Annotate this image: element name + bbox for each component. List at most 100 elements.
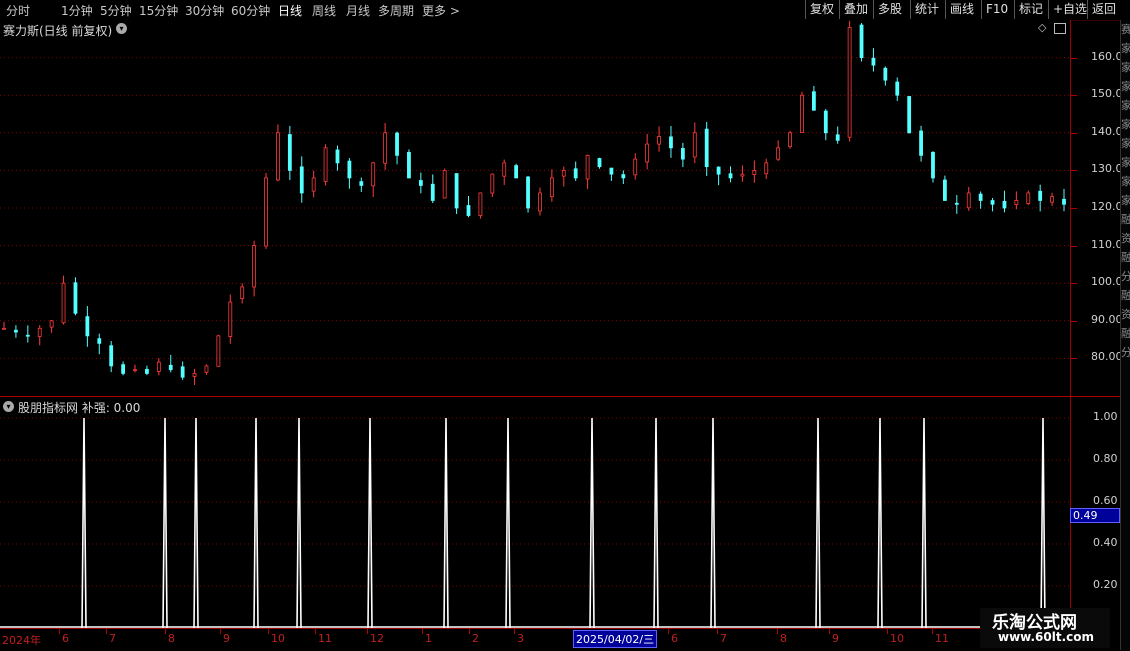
candle-body bbox=[145, 368, 149, 374]
indicator-axis-label: 0.80 bbox=[1093, 452, 1118, 465]
candle-body bbox=[728, 173, 733, 179]
date-axis: 2024年 6 7 8 9 10 11 12 1 2 3 6 7 8 9 10 11 bbox=[0, 628, 1070, 651]
pane-toggle-icon[interactable] bbox=[1054, 23, 1066, 34]
candlestick-chart[interactable] bbox=[0, 20, 1070, 396]
candle-body bbox=[85, 316, 90, 337]
signal-spike bbox=[921, 417, 927, 628]
candle-body bbox=[990, 200, 995, 205]
period-tab-2[interactable]: 5分钟 bbox=[100, 2, 132, 19]
period-tab-1[interactable]: 1分钟 bbox=[61, 2, 93, 19]
candle-body bbox=[704, 128, 709, 168]
date-cursor-label: 2025/04/02/三 bbox=[573, 630, 658, 648]
date-tick bbox=[887, 629, 888, 634]
candle-body bbox=[788, 132, 792, 147]
indicator-pane[interactable]: ▾ 股朋指标网 补强: 0.00 bbox=[0, 397, 1070, 628]
candle-body bbox=[716, 166, 721, 175]
date-month-label: 12 bbox=[370, 632, 384, 645]
period-tab-3[interactable]: 15分钟 bbox=[139, 2, 178, 19]
date-tick bbox=[829, 629, 830, 634]
toolbar-button-1[interactable]: 叠加 bbox=[839, 0, 872, 19]
price-axis-label: 150.0 bbox=[1091, 87, 1123, 101]
candle-body bbox=[252, 245, 257, 288]
title-dropdown-icon[interactable]: ▾ bbox=[116, 23, 127, 34]
indicator-axis-label: 0.60 bbox=[1093, 494, 1118, 507]
toolbar-button-7[interactable]: +自选 bbox=[1048, 0, 1091, 19]
date-month-label: 3 bbox=[517, 632, 524, 645]
period-tab-8[interactable]: 月线 bbox=[346, 2, 370, 19]
candle-body bbox=[407, 151, 411, 179]
date-tick bbox=[268, 629, 269, 634]
price-axis-tick bbox=[1071, 320, 1077, 322]
period-toolbar: 分时 1分钟 5分钟 15分钟 30分钟 60分钟 日线 周线 月线 多周期 更多 > 复权 叠加 多股统… bbox=[0, 0, 1130, 21]
toolbar-button-0[interactable]: 复权 bbox=[805, 0, 838, 19]
candle-body bbox=[156, 361, 161, 372]
candle-body bbox=[514, 165, 519, 179]
candle-body bbox=[585, 154, 590, 180]
date-tick bbox=[668, 629, 669, 634]
price-axis-tick bbox=[1071, 358, 1077, 360]
price-axis-tick bbox=[1071, 208, 1077, 209]
indicator-axis-label: 0.20 bbox=[1093, 578, 1118, 591]
toolbar-button-8[interactable]: 返回 bbox=[1087, 0, 1120, 19]
candle-body bbox=[371, 162, 376, 187]
date-tick bbox=[165, 629, 166, 634]
date-tick bbox=[106, 629, 107, 634]
candle-body bbox=[454, 173, 459, 209]
period-tab-7[interactable]: 周线 bbox=[312, 2, 336, 19]
candle-body bbox=[37, 327, 42, 337]
candle-body bbox=[621, 174, 626, 179]
candle-body bbox=[97, 338, 102, 344]
candle-body bbox=[942, 179, 947, 201]
signal-spike bbox=[815, 417, 821, 628]
period-tab-5[interactable]: 60分钟 bbox=[231, 2, 270, 19]
toolbar-button-3[interactable]: 统计 bbox=[910, 0, 943, 19]
indicator-chart[interactable] bbox=[0, 397, 1070, 628]
date-month-label: 7 bbox=[720, 632, 727, 645]
date-tick bbox=[469, 629, 470, 634]
candle-body bbox=[764, 162, 769, 175]
period-tab-9[interactable]: 多周期 bbox=[378, 2, 414, 19]
toolbar-button-6[interactable]: 标记 bbox=[1014, 0, 1047, 19]
candle-body bbox=[549, 177, 554, 198]
candle-body bbox=[228, 301, 233, 337]
candle-body bbox=[192, 373, 197, 377]
candle-body bbox=[2, 327, 6, 330]
candlestick-pane[interactable]: 赛力斯(日线 前复权) ▾ ◇ bbox=[0, 20, 1070, 396]
candle-body bbox=[669, 136, 673, 149]
candle-body bbox=[442, 169, 447, 199]
date-month-label: 2 bbox=[472, 632, 479, 645]
indicator-dropdown-icon[interactable]: ▾ bbox=[3, 401, 14, 412]
candle-body bbox=[1050, 196, 1054, 203]
date-tick bbox=[422, 629, 423, 634]
toolbar-button-5[interactable]: F10 bbox=[981, 0, 1012, 19]
right-sidebar[interactable]: 赛家家家家家家家家家融资融分融资融分 bbox=[1120, 20, 1130, 650]
signal-spike bbox=[443, 417, 449, 628]
watermark-url: www.60lt.com bbox=[998, 630, 1095, 644]
candle-body bbox=[835, 134, 840, 141]
period-tab-6[interactable]: 日线 bbox=[278, 2, 302, 19]
period-tab-0[interactable]: 分时 bbox=[6, 2, 30, 19]
price-axis: 160.0 150.0 140.0 130.0 120.0 110.0 100.0 90.00… bbox=[1070, 20, 1123, 396]
price-axis-tick bbox=[1071, 95, 1077, 97]
candle-body bbox=[311, 177, 316, 192]
diamond-icon[interactable]: ◇ bbox=[1038, 21, 1046, 34]
candle-body bbox=[645, 143, 650, 163]
toolbar-button-2[interactable]: 多股 bbox=[873, 0, 906, 19]
candle-body bbox=[359, 181, 364, 186]
candle-body bbox=[966, 192, 971, 209]
date-month-label: 6 bbox=[62, 632, 69, 645]
candle-body bbox=[883, 67, 888, 81]
candle-body bbox=[383, 132, 388, 164]
period-tab-10[interactable]: 更多 > bbox=[422, 2, 460, 19]
candle-body bbox=[931, 151, 935, 179]
period-tab-4[interactable]: 30分钟 bbox=[185, 2, 224, 19]
signal-spike bbox=[253, 417, 259, 628]
price-axis-label: 140.0 bbox=[1091, 124, 1123, 138]
candle-body bbox=[776, 147, 781, 160]
toolbar-button-4[interactable]: 画线 bbox=[945, 0, 978, 19]
signal-spike bbox=[505, 417, 511, 628]
candle-body bbox=[109, 345, 114, 367]
price-axis-tick bbox=[1071, 132, 1077, 134]
date-month-label: 10 bbox=[271, 632, 285, 645]
indicator-cursor-value: 0.49 bbox=[1070, 508, 1120, 523]
